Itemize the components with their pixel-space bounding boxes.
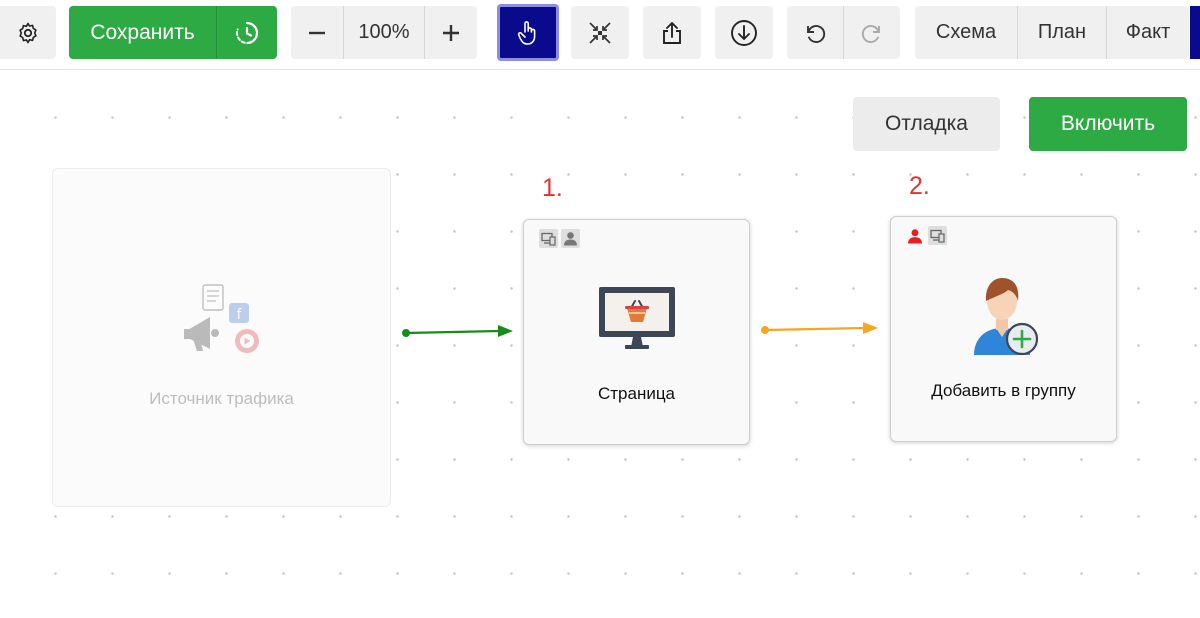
pointer-hand-icon bbox=[517, 20, 536, 45]
gear-icon bbox=[19, 22, 37, 43]
enable-button[interactable]: Включить bbox=[1029, 97, 1187, 151]
view-tabs: Схема План Факт bbox=[915, 6, 1189, 59]
download-circle-icon bbox=[731, 19, 757, 46]
undo-button[interactable] bbox=[787, 6, 843, 59]
plus-icon bbox=[443, 24, 459, 41]
audience-badge[interactable] bbox=[905, 226, 924, 245]
devices-badge[interactable] bbox=[928, 226, 947, 245]
user-icon bbox=[564, 232, 577, 246]
step-number-2: 2. bbox=[909, 172, 930, 200]
traffic-source-icon: f bbox=[184, 284, 259, 353]
flow-canvas[interactable]: Отладка Включить f Источник трафика 1. С… bbox=[0, 71, 1200, 618]
tab-fact[interactable]: Факт bbox=[1107, 21, 1189, 44]
document-icon bbox=[202, 284, 224, 311]
zoom-out-button[interactable] bbox=[291, 6, 343, 59]
minus-icon bbox=[309, 31, 325, 34]
connection-arrow-green[interactable] bbox=[400, 322, 520, 342]
node-add-to-group[interactable]: Добавить в группу bbox=[890, 216, 1117, 442]
user-add-icon bbox=[974, 278, 1039, 356]
tab-overflow-edge[interactable] bbox=[1190, 6, 1200, 59]
node-label: Источник трафика bbox=[149, 389, 294, 408]
history-nav-group bbox=[787, 6, 900, 59]
zoom-in-button[interactable] bbox=[425, 6, 477, 59]
devices-badge[interactable] bbox=[539, 229, 558, 248]
save-button[interactable]: Сохранить bbox=[69, 21, 216, 45]
tab-plan[interactable]: План bbox=[1018, 21, 1106, 44]
node-label: Страница bbox=[597, 384, 676, 403]
devices-icon bbox=[541, 232, 556, 246]
hand-tool-button[interactable] bbox=[497, 4, 559, 61]
share-upload-icon bbox=[663, 21, 681, 44]
devices-icon bbox=[930, 229, 945, 243]
node-label: Добавить в группу bbox=[931, 381, 1076, 400]
export-button[interactable] bbox=[643, 6, 701, 59]
redo-icon bbox=[861, 24, 880, 43]
connection-arrow-orange[interactable] bbox=[759, 319, 884, 339]
debug-button[interactable]: Отладка bbox=[853, 97, 1000, 151]
collapse-icon bbox=[589, 21, 611, 44]
node-page[interactable]: Страница bbox=[523, 219, 750, 445]
facebook-icon: f bbox=[229, 303, 249, 323]
redo-button[interactable] bbox=[844, 6, 900, 59]
zoom-level: 100% bbox=[358, 21, 410, 43]
play-icon bbox=[235, 329, 259, 353]
fit-to-screen-button[interactable] bbox=[571, 6, 629, 59]
megaphone-icon bbox=[184, 317, 219, 351]
node-traffic-source[interactable]: f Источник трафика bbox=[52, 168, 391, 507]
monitor-basket-icon bbox=[599, 287, 675, 349]
settings-button[interactable] bbox=[0, 6, 56, 59]
history-button[interactable] bbox=[217, 6, 277, 59]
audience-badge[interactable] bbox=[561, 229, 580, 248]
history-icon bbox=[236, 21, 259, 44]
save-group: Сохранить bbox=[69, 6, 277, 59]
toolbar: Сохранить 100% Схема План Факт bbox=[0, 0, 1200, 70]
user-red-icon bbox=[907, 228, 922, 243]
download-button[interactable] bbox=[715, 6, 773, 59]
undo-icon bbox=[807, 24, 826, 43]
step-number-1: 1. bbox=[542, 174, 563, 202]
tab-schema[interactable]: Схема bbox=[915, 21, 1017, 44]
zoom-group: 100% bbox=[291, 6, 477, 59]
